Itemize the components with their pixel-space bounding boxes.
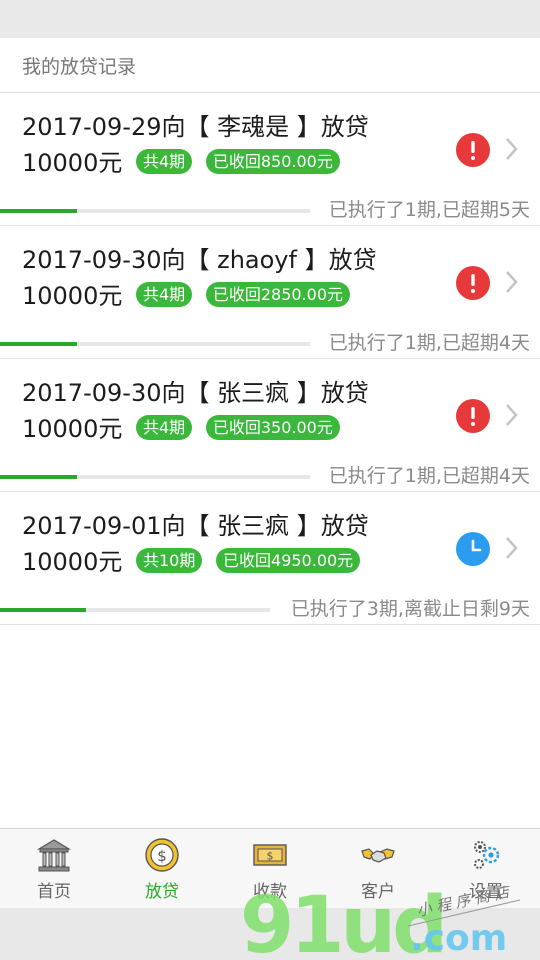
progress-track <box>0 209 310 213</box>
tab-label: 客户 <box>361 882 395 902</box>
progress-track <box>0 475 310 479</box>
progress-fill <box>0 342 77 346</box>
loan-record-title: 2017-09-30向【 张三疯 】放贷10000元 共4期 已收回350.00… <box>22 375 442 447</box>
svg-text:$: $ <box>267 850 274 863</box>
execution-status-text: 已执行了1期,已超期5天 <box>324 196 530 224</box>
loan-record[interactable]: 2017-09-30向【 zhaoyf 】放贷10000元 共4期 已收回285… <box>0 226 540 359</box>
money-bill-icon: $ <box>253 844 287 866</box>
chevron-right-icon <box>506 138 518 160</box>
alert-icon <box>456 133 490 167</box>
section-title: 我的放贷记录 <box>0 38 540 93</box>
alert-icon <box>456 399 490 433</box>
tab-customer[interactable]: 客户 <box>324 829 432 908</box>
tab-label: 设置 <box>469 882 503 902</box>
collected-badge: 已收回350.00元 <box>205 414 340 440</box>
period-badge: 共4期 <box>136 148 193 174</box>
tab-label: 放贷 <box>145 882 179 902</box>
status-bar <box>0 0 540 38</box>
gears-icon <box>474 841 500 869</box>
execution-status-text: 已执行了3期,离截止日剩9天 <box>286 595 530 623</box>
progress-fill <box>0 209 77 213</box>
bank-icon <box>36 839 72 872</box>
loan-records-page: 我的放贷记录 2017-09-29向【 李魂是 】放贷10000元 共4期 已收… <box>0 38 540 828</box>
period-badge: 共10期 <box>136 547 203 573</box>
progress-fill <box>0 475 77 479</box>
tab-home[interactable]: 首页 <box>0 829 108 908</box>
bottom-strip <box>0 908 540 960</box>
collected-badge: 已收回850.00元 <box>205 148 340 174</box>
period-badge: 共4期 <box>136 281 193 307</box>
tab-label: 收款 <box>253 882 287 902</box>
progress-fill <box>0 608 86 612</box>
collected-badge: 已收回2850.00元 <box>205 281 350 307</box>
loan-record-title: 2017-09-29向【 李魂是 】放贷10000元 共4期 已收回850.00… <box>22 109 442 181</box>
tab-settings[interactable]: 设置 <box>432 829 540 908</box>
bottom-tab-bar: 首页 $ 放贷 $ 收款 客户 设置 <box>0 828 540 908</box>
period-badge: 共4期 <box>136 414 193 440</box>
loan-record[interactable]: 2017-09-30向【 张三疯 】放贷10000元 共4期 已收回350.00… <box>0 359 540 492</box>
clock-icon <box>456 532 490 566</box>
dollar-coin-icon: $ <box>145 838 179 872</box>
collected-badge: 已收回4950.00元 <box>216 547 361 573</box>
execution-status-text: 已执行了1期,已超期4天 <box>324 462 530 490</box>
loan-record[interactable]: 2017-09-01向【 张三疯 】放贷10000元 共10期 已收回4950.… <box>0 492 540 625</box>
svg-text:$: $ <box>157 847 167 865</box>
chevron-right-icon <box>506 404 518 426</box>
chevron-right-icon <box>506 271 518 293</box>
tab-label: 首页 <box>37 882 71 902</box>
tab-loan[interactable]: $ 放贷 <box>108 829 216 908</box>
loan-record[interactable]: 2017-09-29向【 李魂是 】放贷10000元 共4期 已收回850.00… <box>0 93 540 226</box>
loan-record-title: 2017-09-30向【 zhaoyf 】放贷10000元 共4期 已收回285… <box>22 242 442 314</box>
tab-collect[interactable]: $ 收款 <box>216 829 324 908</box>
progress-track <box>0 608 270 612</box>
progress-track <box>0 342 310 346</box>
loan-record-title: 2017-09-01向【 张三疯 】放贷10000元 共10期 已收回4950.… <box>22 508 442 580</box>
execution-status-text: 已执行了1期,已超期4天 <box>324 329 530 357</box>
handshake-icon <box>361 848 395 863</box>
alert-icon <box>456 266 490 300</box>
chevron-right-icon <box>506 537 518 559</box>
